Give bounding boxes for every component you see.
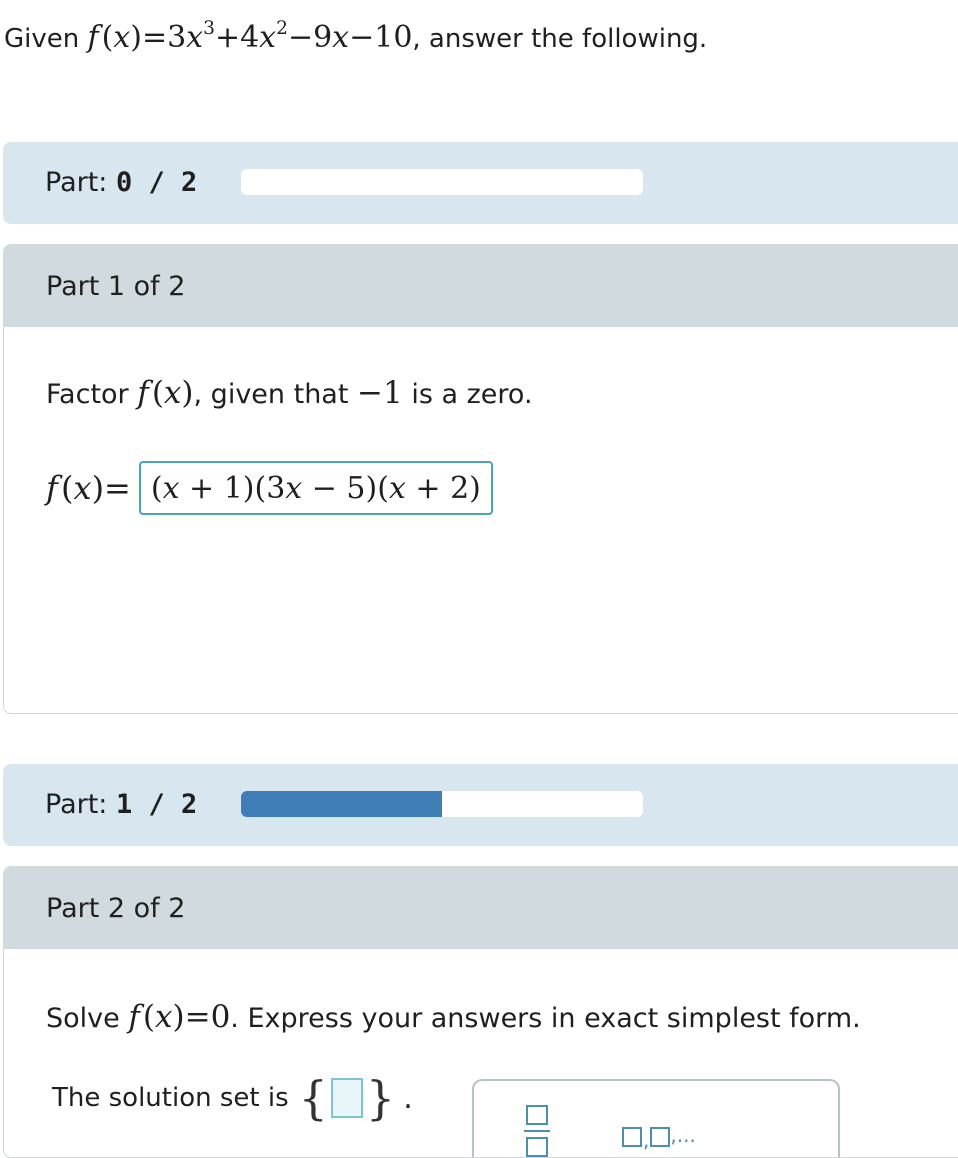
progress-label: Part: 0 / 2 [45, 167, 198, 198]
solution-row: The solution set is { } . [52, 1071, 413, 1125]
solution-set-field[interactable] [330, 1078, 363, 1118]
part-1-question: Factor f (x), given that −1 is a zero. [46, 375, 533, 411]
solution-label: The solution set is [52, 1083, 289, 1113]
problem-suffix: , answer the following. [412, 24, 708, 54]
progress-panel-1: Part: 0 / 2 [3, 142, 958, 224]
part-1-answer-row: f (x)= (x + 1)(3 x − 5)(x + 2) [46, 459, 493, 517]
part-2-header: Part 2 of 2 [4, 867, 958, 949]
progress-bar [241, 791, 643, 817]
part-1-title: Part 1 of 2 [46, 271, 186, 302]
progress-panel-2: Part: 1 / 2 [3, 764, 958, 846]
part-2-card: Part 2 of 2 Solve f (x)=0. Express your … [3, 866, 958, 1158]
part-1-card: Part 1 of 2 Factor f (x), given that −1 … [3, 244, 958, 714]
problem-prefix: Given [4, 24, 80, 54]
answer-lhs: f (x)= [46, 469, 131, 507]
progress-bar [241, 169, 643, 195]
right-brace: } [365, 1071, 396, 1125]
equation: f (x)=0 [128, 999, 231, 1035]
list-icon[interactable]: ,,... [622, 1123, 696, 1150]
factored-answer-field[interactable]: (x + 1)(3 x − 5)(x + 2) [138, 461, 493, 515]
part-2-title: Part 2 of 2 [46, 893, 186, 924]
part-1-header: Part 1 of 2 [4, 245, 958, 327]
progress-label: Part: 1 / 2 [45, 789, 198, 820]
math-palette: ,,... [472, 1079, 840, 1157]
function-definition: f (x)=3x3+4x2−9x−10 [87, 17, 413, 55]
function-ref: f (x) [137, 375, 194, 411]
part-2-question: Solve f (x)=0. Express your answers in e… [46, 999, 861, 1035]
progress-count: 1 / 2 [116, 789, 198, 820]
left-brace: { [298, 1071, 328, 1125]
progress-count: 0 / 2 [116, 167, 198, 198]
progress-bar-fill [241, 791, 442, 817]
given-zero: −1 [357, 375, 403, 411]
problem-statement: Given f (x)=3x3+4x2−9x−10, answer the fo… [4, 17, 708, 60]
solution-set-input: { } [299, 1075, 396, 1121]
